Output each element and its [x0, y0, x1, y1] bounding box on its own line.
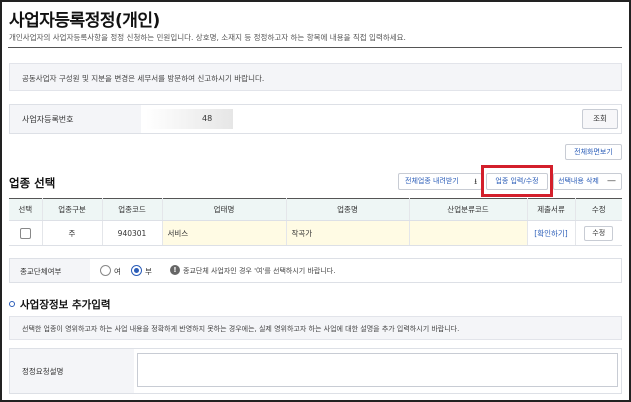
religious-org-row: 종교단체여부 여 부 ! 종교단체 사업자인 경우 '여'를 선택하시기 바랍니…: [9, 258, 622, 283]
download-button-label: 전체업종 내려받기: [405, 177, 459, 185]
business-type-cell: 서비스: [161, 220, 286, 246]
lookup-button[interactable]: 조회: [582, 109, 618, 129]
documents-cell: [확인하기]: [526, 220, 575, 246]
industry-edit-button[interactable]: 업종 입력/수정: [486, 173, 548, 190]
industry-table: 선택 업종구분 업종코드 업태명 업종명 산업분류코드 제출서류 수정 주 94…: [9, 198, 622, 246]
correction-reason-row: 정정요청설명: [9, 348, 622, 394]
radio-no[interactable]: [131, 265, 142, 276]
additional-info-title-text: 사업장정보 추가입력: [20, 299, 111, 311]
column-header: 수정: [574, 198, 622, 221]
delete-button-label: 선택내용 삭제: [558, 177, 599, 185]
column-header: 업종코드: [101, 198, 162, 221]
column-header: 제출서류: [526, 198, 575, 221]
info-icon: !: [170, 265, 180, 275]
download-icon: ⭳: [474, 177, 477, 186]
row-checkbox[interactable]: [19, 227, 31, 239]
additional-info-title: 사업장정보 추가입력: [9, 297, 111, 312]
minus-icon: —: [607, 176, 616, 186]
industry-type-cell: 주: [41, 220, 102, 246]
column-header: 산업분류코드: [408, 198, 527, 221]
page-title: 사업자등록정정(개인): [9, 11, 160, 31]
business-number-row: 사업자등록번호 48 조회: [9, 104, 622, 134]
radio-yes-label: 여: [114, 267, 121, 276]
edit-cell: 수정: [574, 220, 622, 246]
industry-code-cell: 940301: [101, 220, 162, 246]
radio-yes[interactable]: [100, 265, 111, 276]
industry-section-title: 업종 선택: [9, 176, 56, 190]
religious-org-label: 종교단체여부: [10, 259, 90, 282]
radio-no-label: 부: [145, 267, 152, 276]
correction-reason-label: 정정요청설명: [10, 349, 134, 393]
bullet-circle-icon: [9, 301, 15, 307]
column-header: 업종명: [285, 198, 409, 221]
table-row: 주 940301 서비스 작곡가 [확인하기] 수정: [9, 220, 622, 246]
correction-reason-textarea[interactable]: [137, 353, 618, 387]
religious-org-hint: 종교단체 사업자인 경우 '여'를 선택하시기 바랍니다.: [183, 267, 336, 275]
select-cell: [9, 220, 42, 246]
delete-selected-button[interactable]: 선택내용 삭제 —: [553, 173, 622, 190]
column-header: 업태명: [161, 198, 286, 221]
additional-info-notice: 선택한 업종이 영위하고자 하는 사업 내용을 정확하게 반영하지 못하는 경우…: [9, 316, 622, 340]
business-number-field[interactable]: 48: [146, 109, 233, 129]
business-number-label: 사업자등록번호: [10, 105, 141, 133]
column-header: 선택: [9, 198, 42, 221]
page-description: 개인사업자의 사업자등록사항을 정정 신청하는 민원입니다. 상호명, 소재지 …: [9, 33, 406, 42]
download-all-industries-button[interactable]: 전체업종 내려받기 ⭳: [398, 173, 482, 190]
fullscreen-button[interactable]: 전체화면보기: [565, 144, 622, 160]
notice-box: 공동사업자 구성원 및 지분을 변경은 세무서를 방문하여 신고하시기 바랍니다…: [9, 63, 622, 91]
row-edit-button[interactable]: 수정: [584, 225, 614, 241]
table-header-row: 선택 업종구분 업종코드 업태명 업종명 산업분류코드 제출서류 수정: [9, 198, 622, 221]
title-divider: [8, 47, 622, 48]
classification-code-cell: [408, 220, 527, 246]
check-documents-link[interactable]: [확인하기]: [534, 229, 567, 238]
industry-name-cell: 작곡가: [285, 220, 409, 246]
column-header: 업종구분: [41, 198, 102, 221]
